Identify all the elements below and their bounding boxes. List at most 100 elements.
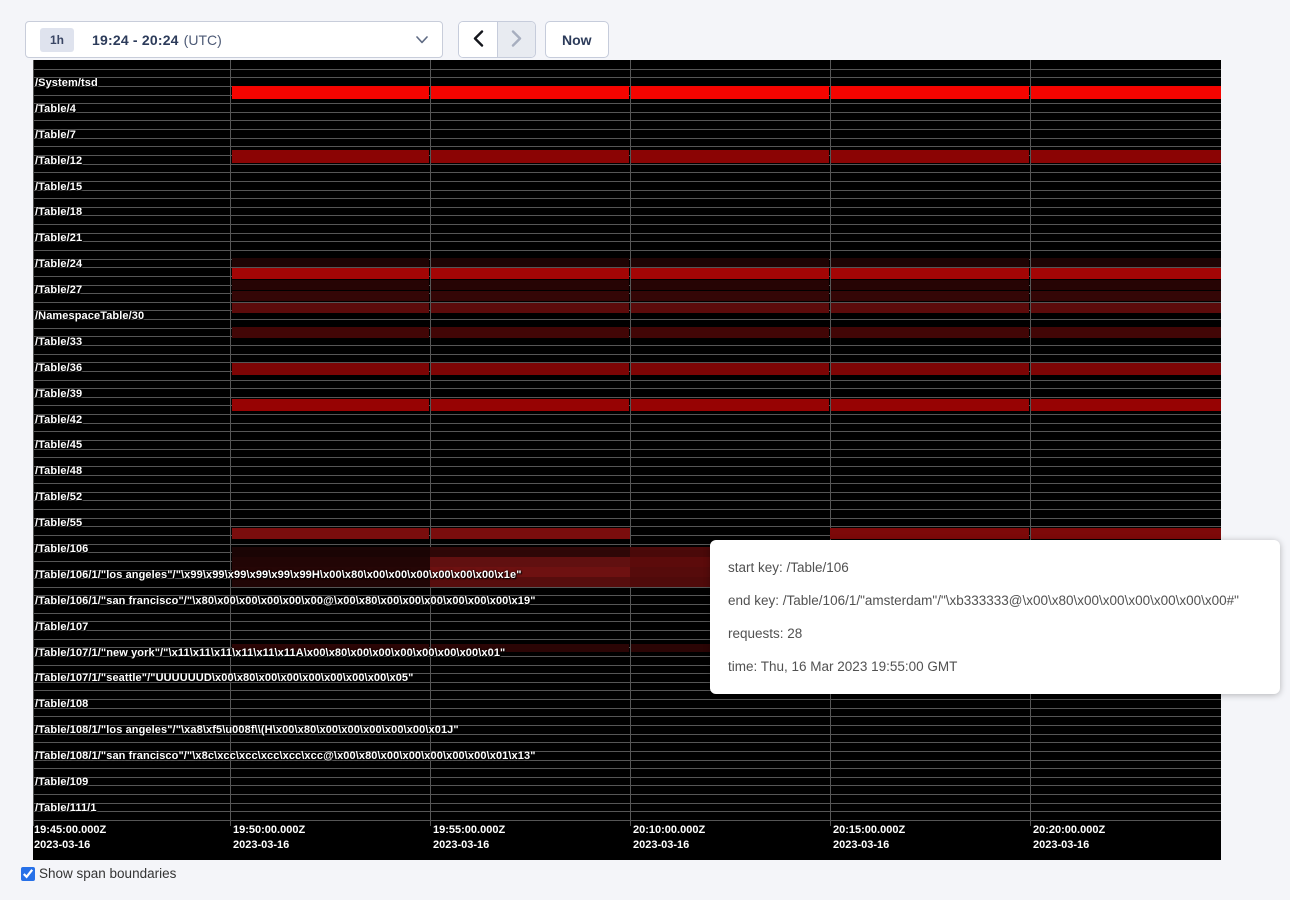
horizontal-gridline: [33, 777, 1221, 778]
heatmap-band[interactable]: [431, 291, 629, 301]
heatmap-band[interactable]: [431, 399, 629, 411]
heatmap-band[interactable]: [1031, 528, 1221, 539]
heatmap-band[interactable]: [831, 258, 1029, 267]
heatmap-band[interactable]: [431, 363, 629, 375]
heatmap-band[interactable]: [232, 327, 429, 338]
horizontal-gridline: [33, 466, 1221, 467]
horizontal-gridline: [33, 172, 1221, 173]
next-window-button[interactable]: [497, 22, 535, 57]
heatmap-band[interactable]: [1031, 86, 1221, 99]
heatmap-band[interactable]: [431, 280, 629, 290]
heatmap-band[interactable]: [631, 399, 829, 411]
previous-window-button[interactable]: [459, 22, 497, 57]
x-axis-tick-label: 20:10:00.000Z2023-03-16: [633, 823, 705, 853]
row-label: /Table/108: [35, 698, 88, 710]
heatmap-band[interactable]: [1031, 303, 1221, 313]
heatmap-band[interactable]: [631, 258, 829, 267]
horizontal-gridline: [33, 146, 1221, 147]
heatmap-band[interactable]: [232, 528, 429, 539]
heatmap-band[interactable]: [631, 268, 829, 279]
heatmap-band[interactable]: [232, 86, 429, 99]
row-label: /Table/107/1/"seattle"/"UUUUUUD\x00\x80\…: [35, 672, 413, 684]
horizontal-gridline: [33, 768, 1221, 769]
horizontal-gridline: [33, 785, 1221, 786]
heatmap-band[interactable]: [232, 291, 429, 301]
heatmap-band[interactable]: [431, 86, 629, 99]
heatmap-band[interactable]: [831, 399, 1029, 411]
heatmap-band[interactable]: [232, 268, 429, 279]
heatmap-band[interactable]: [631, 291, 829, 301]
horizontal-gridline: [33, 742, 1221, 743]
heatmap-band[interactable]: [831, 86, 1029, 99]
heatmap-band[interactable]: [1031, 291, 1221, 301]
heatmap-band[interactable]: [232, 399, 429, 411]
row-label: /Table/107/1/"new york"/"\x11\x11\x11\x1…: [35, 647, 505, 659]
heatmap-band[interactable]: [831, 291, 1029, 301]
heatmap-band[interactable]: [1031, 327, 1221, 338]
horizontal-gridline: [33, 354, 1221, 355]
heatmap-band[interactable]: [631, 280, 829, 290]
heatmap-band[interactable]: [232, 258, 429, 267]
row-label: /Table/21: [35, 232, 82, 244]
now-button[interactable]: Now: [545, 21, 609, 58]
heatmap-band[interactable]: [831, 303, 1029, 313]
heatmap-band[interactable]: [431, 327, 629, 338]
heatmap-band[interactable]: [431, 150, 629, 163]
heatmap-band[interactable]: [631, 363, 829, 375]
tooltip-end-key: end key: /Table/106/1/"amsterdam"/"\xb33…: [728, 593, 1262, 608]
heatmap-band[interactable]: [431, 258, 629, 267]
horizontal-gridline: [33, 380, 1221, 381]
heatmap-band[interactable]: [1031, 399, 1221, 411]
heatmap-band[interactable]: [1031, 268, 1221, 279]
row-label: /Table/33: [35, 336, 82, 348]
horizontal-gridline: [33, 699, 1221, 700]
heatmap-band[interactable]: [1031, 363, 1221, 375]
heatmap-band[interactable]: [430, 547, 630, 557]
key-visualizer-heatmap[interactable]: /System/tsd/Table/4/Table/7/Table/12/Tab…: [33, 60, 1221, 860]
heatmap-band[interactable]: [431, 303, 629, 313]
horizontal-gridline: [33, 794, 1221, 795]
heatmap-band[interactable]: [631, 150, 829, 163]
x-axis-tick-label: 19:55:00.000Z2023-03-16: [433, 823, 505, 853]
heatmap-band[interactable]: [631, 86, 829, 99]
heatmap-band[interactable]: [232, 280, 429, 290]
heatmap-band[interactable]: [631, 303, 829, 313]
heatmap-band[interactable]: [232, 303, 429, 313]
footer: Show span boundaries: [21, 866, 176, 881]
heatmap-band[interactable]: [232, 557, 430, 567]
heatmap-band[interactable]: [830, 528, 1029, 539]
heatmap-band[interactable]: [831, 280, 1029, 290]
heatmap-band[interactable]: [232, 150, 429, 163]
heatmap-band[interactable]: [831, 150, 1029, 163]
heatmap-band[interactable]: [831, 363, 1029, 375]
heatmap-band[interactable]: [431, 268, 629, 279]
vertical-gridline: [430, 60, 431, 826]
row-label: /Table/27: [35, 284, 82, 296]
row-label: /Table/48: [35, 465, 82, 477]
row-label: /Table/108/1/"san francisco"/"\x8c\xcc\x…: [35, 750, 536, 762]
row-label: /Table/106: [35, 543, 88, 555]
time-nav-group: [458, 21, 536, 58]
heatmap-band[interactable]: [1031, 258, 1221, 267]
heatmap-band[interactable]: [1031, 280, 1221, 290]
time-window-select[interactable]: 1h 19:24 - 20:24 (UTC): [25, 21, 443, 58]
heatmap-band[interactable]: [430, 557, 630, 567]
horizontal-gridline: [33, 345, 1221, 346]
horizontal-gridline: [33, 475, 1221, 476]
horizontal-gridline: [33, 423, 1221, 424]
heatmap-band[interactable]: [831, 268, 1029, 279]
x-axis-tick-label: 19:45:00.000Z2023-03-16: [34, 823, 106, 853]
vertical-gridline: [630, 60, 631, 826]
horizontal-gridline: [33, 319, 1221, 320]
show-span-boundaries-checkbox[interactable]: [21, 867, 35, 881]
heatmap-band[interactable]: [831, 327, 1029, 338]
horizontal-gridline: [33, 449, 1221, 450]
horizontal-gridline: [33, 241, 1221, 242]
heatmap-band[interactable]: [1031, 150, 1221, 163]
heatmap-band[interactable]: [431, 528, 630, 539]
plot-bottom-border: [33, 820, 1221, 821]
heatmap-band[interactable]: [631, 327, 829, 338]
heatmap-band[interactable]: [232, 547, 430, 557]
vertical-gridline: [1030, 60, 1031, 826]
heatmap-band[interactable]: [232, 363, 429, 375]
